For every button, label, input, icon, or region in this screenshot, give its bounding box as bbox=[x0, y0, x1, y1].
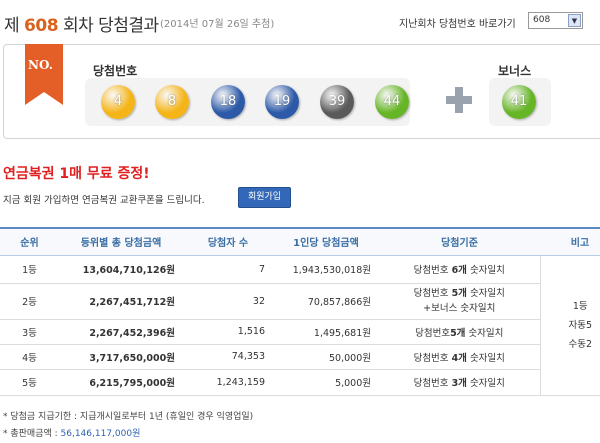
table-row: 1등 13,604,710,126원 7 1,943,530,018원 당첨번호… bbox=[0, 255, 600, 396]
winning-balls-panel: 4 8 18 19 39 44 bbox=[85, 78, 410, 126]
draw-date: (2014년 07월 26일 추첨) bbox=[160, 19, 275, 30]
past-round-label: 지난회차 당첨번호 바로가기 bbox=[399, 19, 516, 30]
round-number: 608 bbox=[24, 16, 59, 36]
criteria-text: 당첨번호 bbox=[413, 288, 452, 299]
total-cell: 13,604,710,126원 bbox=[59, 255, 183, 284]
total-cell: 2,267,451,712원 bbox=[59, 283, 183, 320]
per-person-cell: 50,000원 bbox=[273, 344, 379, 370]
criteria-count: 6개 bbox=[451, 265, 467, 276]
rank-cell: 2등 bbox=[0, 283, 59, 320]
note-line: 자동5 bbox=[568, 319, 593, 331]
col-note-header: 비고 bbox=[540, 227, 600, 256]
rank-cell: 5등 bbox=[0, 369, 59, 396]
criteria-text: 당첨번호 bbox=[413, 265, 452, 276]
criteria-text: 당첨번호 bbox=[413, 352, 452, 364]
prize-table: 순위 등위별 총 당첨금액 당첨자 수 1인당 당첨금액 당첨기준 비고 1등 … bbox=[0, 227, 600, 396]
title-prefix: 제 bbox=[4, 16, 20, 36]
promo-title: 연금복권 1매 무료 증정! bbox=[3, 166, 150, 182]
promo-subtitle: 지금 회원 가입하면 연금복권 교환쿠폰을 드립니다. bbox=[3, 195, 205, 206]
criteria-text: 숫자일치 bbox=[466, 265, 505, 276]
criteria-count: 5개 bbox=[450, 327, 466, 339]
per-person-cell: 5,000원 bbox=[273, 369, 379, 396]
per-person-cell: 1,495,681원 bbox=[273, 319, 379, 345]
lotto-ball: 39 bbox=[320, 85, 354, 119]
results-header: 제 608 회차 당첨결과 (2014년 07월 26일 추첨) 지난회차 당첨… bbox=[0, 0, 600, 40]
criteria-bonus-text: +보너스 숫자일치 bbox=[423, 303, 496, 314]
note-cell: 1등 자동5 수동2 bbox=[539, 255, 600, 396]
bonus-ball-panel: 41 bbox=[489, 78, 551, 126]
lotto-ball: 19 bbox=[265, 85, 299, 119]
rank-cell: 3등 bbox=[0, 319, 59, 345]
per-person-cell: 1,943,530,018원 bbox=[273, 255, 379, 284]
winners-cell: 1,516 bbox=[183, 319, 273, 345]
total-cell: 6,215,795,000원 bbox=[59, 369, 183, 396]
col-total-header: 등위별 총 당첨금액 bbox=[59, 227, 183, 256]
total-cell: 3,717,650,000원 bbox=[59, 344, 183, 370]
criteria-text: 당첨번호 bbox=[415, 327, 451, 339]
note-line: 1등 bbox=[572, 300, 588, 312]
table-row: 2등 2,267,451,712원 32 70,857,866원 당첨번호 5개… bbox=[0, 283, 600, 320]
lotto-ball: 4 bbox=[101, 85, 135, 119]
criteria-count: 3개 bbox=[451, 378, 467, 389]
criteria-text: 당첨번호 bbox=[413, 378, 452, 389]
criteria-cell: 당첨번호 4개 숫자일치 bbox=[379, 344, 540, 370]
winners-cell: 1,243,159 bbox=[183, 369, 273, 396]
table-row: 3등 2,267,452,396원 1,516 1,495,681원 당첨번호5… bbox=[0, 319, 600, 345]
criteria-cell: 당첨번호5개 숫자일치 bbox=[379, 319, 540, 345]
criteria-cell: 당첨번호 5개 숫자일치 +보너스 숫자일치 bbox=[379, 283, 540, 320]
col-per-person-header: 1인당 당첨금액 bbox=[273, 227, 379, 256]
plus-icon bbox=[446, 87, 472, 113]
table-row: 5등 6,215,795,000원 1,243,159 5,000원 당첨번호 … bbox=[0, 369, 600, 396]
rank-cell: 1등 bbox=[0, 255, 59, 284]
total-sales-note: * 총판매금액 : 56,146,117,000원 bbox=[3, 426, 140, 439]
criteria-text: 숫자일치 bbox=[465, 327, 504, 339]
round-select[interactable]: 608 ▼ bbox=[528, 12, 583, 29]
criteria-text: 숫자일치 bbox=[466, 352, 505, 364]
criteria-count: 5개 bbox=[451, 288, 467, 299]
ribbon-badge: NO. bbox=[25, 44, 63, 105]
total-sales-amount: 56,146,117,000원 bbox=[60, 429, 141, 439]
round-select-value: 608 bbox=[533, 15, 551, 25]
lotto-ball: 44 bbox=[375, 85, 409, 119]
winners-cell: 74,353 bbox=[183, 344, 273, 370]
title-suffix: 회차 당첨결과 bbox=[62, 16, 159, 36]
note-line: 수동2 bbox=[568, 338, 593, 350]
winners-cell: 32 bbox=[183, 283, 273, 320]
col-rank-header: 순위 bbox=[0, 227, 59, 256]
table-row: 4등 3,717,650,000원 74,353 50,000원 당첨번호 4개… bbox=[0, 344, 600, 370]
col-criteria-header: 당첨기준 bbox=[379, 227, 540, 256]
winning-numbers-label: 당첨번호 bbox=[93, 64, 138, 78]
criteria-text: 숫자일치 bbox=[466, 288, 505, 299]
criteria-cell: 당첨번호 6개 숫자일치 bbox=[379, 255, 540, 284]
winners-cell: 7 bbox=[183, 255, 273, 284]
criteria-count: 4개 bbox=[451, 352, 467, 364]
page-title: 제 608 회차 당첨결과 bbox=[4, 11, 159, 36]
per-person-cell: 70,857,866원 bbox=[273, 283, 379, 320]
lotto-ball: 18 bbox=[211, 85, 245, 119]
ribbon-label: NO. bbox=[28, 58, 53, 72]
rank-cell: 4등 bbox=[0, 344, 59, 370]
payout-deadline-note: * 당첨금 지급기한 : 지급개시일로부터 1년 (휴일인 경우 익영업일) bbox=[3, 412, 254, 422]
criteria-text: 숫자일치 bbox=[466, 378, 505, 389]
criteria-cell: 당첨번호 3개 숫자일치 bbox=[379, 369, 540, 396]
total-sales-label: * 총판매금액 : bbox=[3, 429, 61, 439]
bonus-label: 보너스 bbox=[498, 64, 532, 78]
total-cell: 2,267,452,396원 bbox=[59, 319, 183, 345]
signup-button[interactable]: 회원가입 bbox=[238, 187, 291, 208]
bonus-ball: 41 bbox=[502, 85, 536, 119]
lotto-ball: 8 bbox=[155, 85, 189, 119]
col-winners-header: 당첨자 수 bbox=[183, 227, 273, 256]
chevron-down-icon[interactable]: ▼ bbox=[568, 14, 581, 27]
table-header-row: 순위 등위별 총 당첨금액 당첨자 수 1인당 당첨금액 당첨기준 비고 bbox=[0, 227, 600, 256]
